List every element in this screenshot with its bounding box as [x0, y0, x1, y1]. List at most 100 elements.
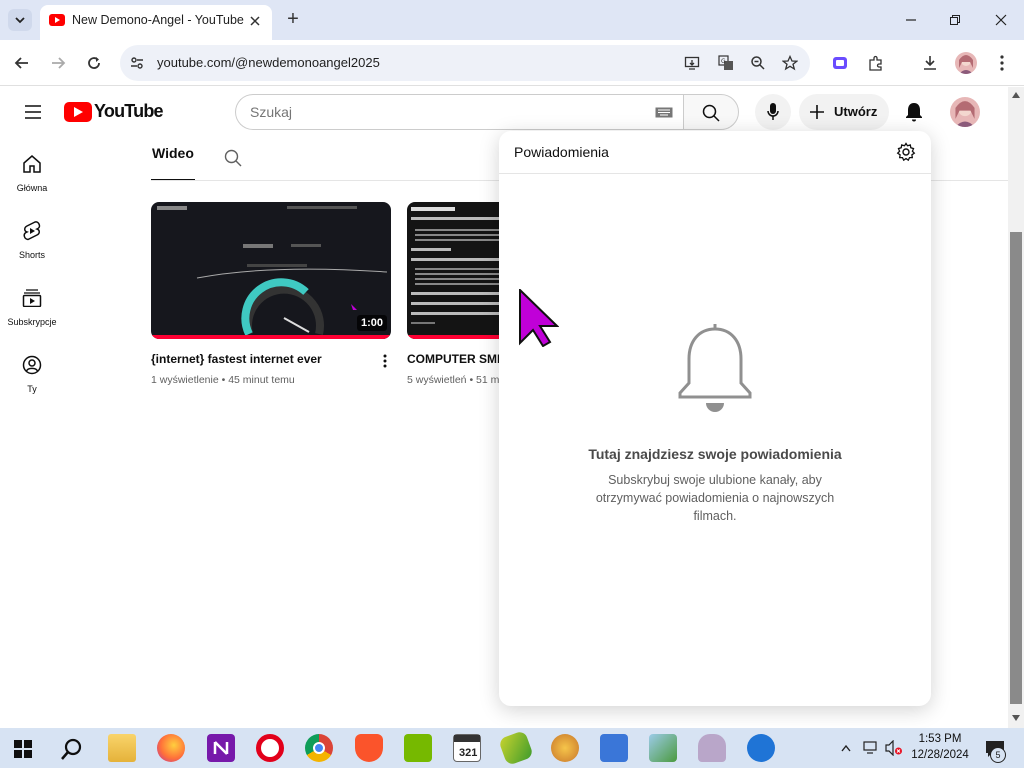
video-title[interactable]: {internet} fastest internet ever	[151, 352, 371, 366]
sidebar-item-label: Główna	[16, 183, 48, 193]
extension-purple-icon[interactable]	[830, 53, 850, 73]
video-title[interactable]: COMPUTER SMB	[407, 352, 499, 366]
translate-icon[interactable]: G	[716, 53, 736, 73]
youtube-logo-text: YouTube	[94, 101, 164, 121]
network-icon[interactable]	[862, 738, 880, 758]
sidebar-item-subscriptions[interactable]: Subskrypcje	[0, 287, 64, 335]
sidebar-item-shorts[interactable]: Shorts	[0, 220, 64, 268]
brave-icon[interactable]	[355, 734, 383, 762]
downloads-icon[interactable]	[920, 53, 940, 73]
close-window-icon[interactable]	[986, 8, 1016, 32]
plus-icon	[808, 103, 826, 121]
notifications-divider	[499, 173, 931, 174]
calendar-app-icon[interactable]: 321	[453, 734, 481, 762]
empty-notifications-text: Subskrybuj swoje ulubione kanały, aby ot…	[595, 473, 835, 523]
large-bell-icon	[675, 321, 755, 417]
search-icon	[701, 103, 721, 123]
browser-toolbar: youtube.com/@newdemonoangel2025 G	[0, 40, 1024, 86]
video-red-progress	[151, 335, 391, 339]
scroll-down-arrow-icon[interactable]	[1010, 712, 1022, 724]
address-bar[interactable]: youtube.com/@newdemonoangel2025 G	[120, 45, 810, 81]
opera-icon[interactable]	[256, 734, 284, 762]
restore-icon[interactable]	[940, 8, 970, 32]
video-more-icon[interactable]	[379, 352, 391, 370]
shorts-icon	[22, 220, 42, 242]
create-button[interactable]: Utwórz	[799, 94, 889, 130]
sidebar-item-label: Shorts	[18, 250, 45, 260]
remote-desktop-icon[interactable]	[600, 734, 628, 762]
extensions-puzzle-icon[interactable]	[866, 53, 886, 73]
home-icon	[22, 153, 42, 175]
profile-avatar-icon[interactable]	[955, 52, 977, 74]
zoom-icon[interactable]	[748, 53, 768, 73]
new-tab-symbol: +	[287, 7, 299, 30]
notifications-panel: Powiadomienia Tutaj znajdziesz swoje pow…	[499, 131, 931, 706]
reload-icon[interactable]	[82, 51, 106, 75]
back-icon[interactable]	[10, 51, 34, 75]
video-card[interactable]: 1:00 {internet} fastest internet ever 1 …	[151, 202, 391, 392]
sidebar-item-home[interactable]: Główna	[0, 153, 64, 201]
scroll-up-arrow-icon[interactable]	[1010, 89, 1022, 101]
video-meta: 5 wyświetleń • 51 m	[407, 374, 499, 386]
chrome-center-dot	[313, 742, 325, 754]
voice-search-icon[interactable]	[755, 94, 791, 130]
file-explorer-icon[interactable]	[108, 734, 136, 762]
account-avatar[interactable]	[950, 97, 980, 127]
video-card[interactable]: COMPUTER SMB 5 wyświetleń • 51 m	[407, 202, 499, 392]
taskbar-search-icon[interactable]	[58, 736, 86, 762]
blue-app-icon[interactable]	[747, 734, 775, 762]
video-duration: 1:00	[356, 315, 387, 331]
install-app-icon[interactable]	[682, 53, 702, 73]
keyboard-icon[interactable]	[654, 105, 674, 119]
channel-search-icon[interactable]	[222, 147, 244, 169]
search-box[interactable]	[235, 94, 683, 130]
sidebar-item-label: Ty	[27, 384, 37, 394]
browser-menu-icon[interactable]	[992, 53, 1012, 73]
show-hidden-icons-chevron-icon[interactable]	[838, 738, 854, 758]
clock-time: 1:53 PM	[918, 733, 962, 745]
search-input[interactable]	[250, 102, 640, 122]
volume-muted-icon[interactable]	[884, 738, 904, 758]
windows-start-icon[interactable]	[10, 736, 36, 762]
scrollbar-thumb[interactable]	[1010, 232, 1022, 704]
bookmark-star-icon[interactable]	[780, 53, 800, 73]
network-app-icon[interactable]	[649, 734, 677, 762]
clock[interactable]: 1:53 PM 12/28/2024	[908, 731, 972, 765]
video-meta: 1 wyświetlenie • 45 minut temu	[151, 374, 295, 386]
forward-icon[interactable]	[46, 51, 70, 75]
video-red-progress	[407, 335, 499, 339]
new-tab-button[interactable]: +	[282, 8, 304, 30]
notifications-bell-icon[interactable]	[901, 99, 927, 125]
svg-text:321: 321	[459, 747, 477, 759]
tab-close-icon[interactable]	[246, 12, 264, 30]
search-button[interactable]	[683, 94, 739, 130]
tab-search-chevron-icon[interactable]	[8, 9, 32, 31]
video-thumbnail[interactable]	[407, 202, 499, 339]
sidebar-item-label: Subskrypcje	[7, 317, 57, 327]
nvidia-icon[interactable]	[404, 734, 432, 762]
windows-taskbar: 321 1:53 PM 12/28/2024 5	[0, 728, 1024, 768]
chrome-icon[interactable]	[305, 734, 333, 762]
empty-notifications-title: Tutaj znajdziesz swoje powiadomienia	[588, 446, 842, 462]
notification-count-badge: 5	[990, 747, 1006, 763]
notification-settings-gear-icon[interactable]	[895, 141, 917, 163]
hamburger-menu-icon[interactable]	[20, 99, 46, 125]
site-info-icon[interactable]	[128, 54, 146, 72]
browser-tab[interactable]: New Demono-Angel - YouTube	[40, 5, 272, 40]
page-scrollbar[interactable]	[1008, 87, 1024, 728]
onenote-icon[interactable]	[207, 734, 235, 762]
browser-tab-bar: New Demono-Angel - YouTube +	[0, 0, 1024, 40]
firefox-icon[interactable]	[157, 734, 185, 762]
ghost-app-icon[interactable]	[698, 734, 726, 762]
notifications-header: Powiadomienia	[514, 144, 609, 160]
sidebar-item-you[interactable]: Ty	[0, 354, 64, 402]
video-thumbnail[interactable]: 1:00	[151, 202, 391, 339]
green-app-icon[interactable]	[498, 730, 534, 766]
minimize-icon[interactable]	[896, 8, 926, 32]
you-icon	[22, 354, 42, 376]
clock-date: 12/28/2024	[911, 749, 969, 761]
youtube-logo[interactable]: YouTube	[64, 101, 164, 123]
mouse-cursor-icon	[519, 287, 560, 348]
tab-videos[interactable]: Wideo	[151, 145, 195, 181]
fish-app-icon[interactable]	[551, 734, 579, 762]
